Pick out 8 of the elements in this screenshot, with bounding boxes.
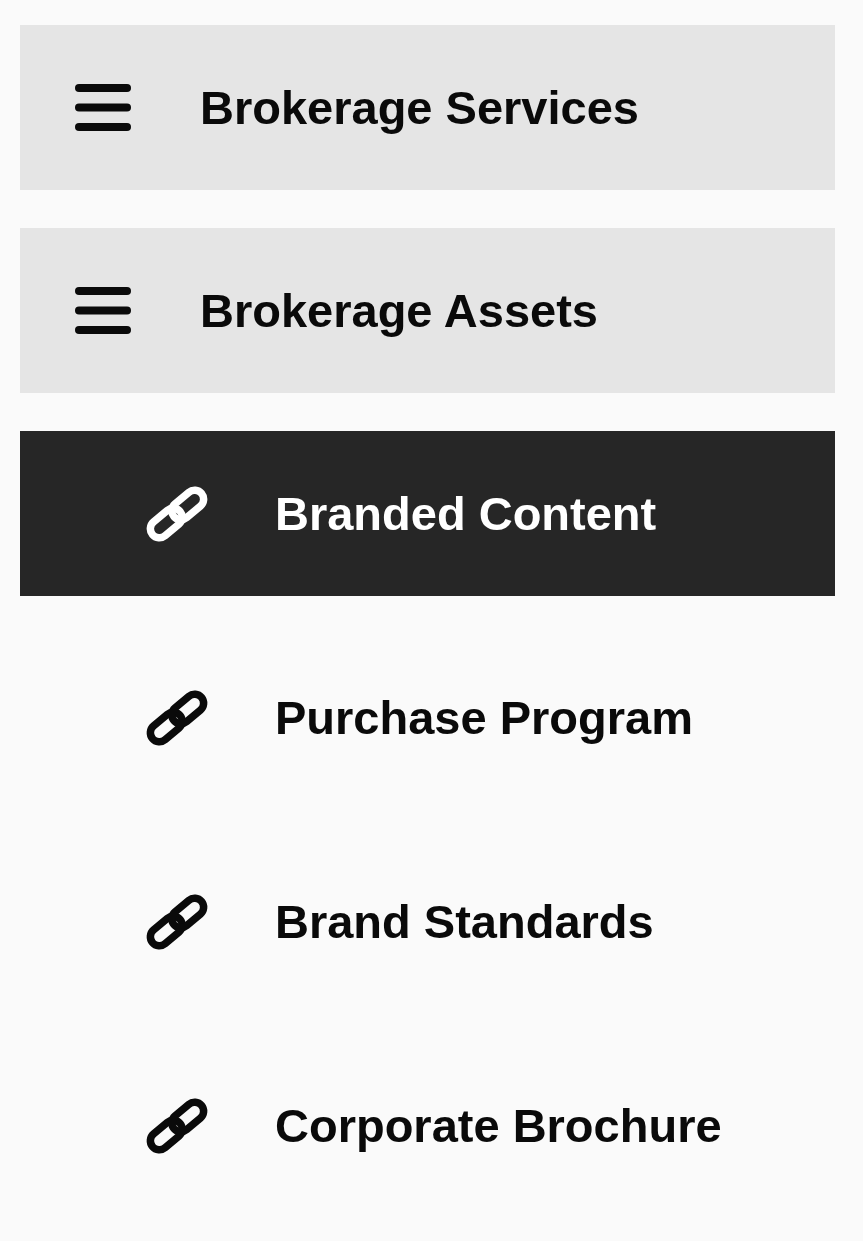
menu-icon [75, 84, 131, 131]
menu-link[interactable]: Branded Content [20, 431, 835, 596]
menu-link[interactable]: Brand Standards [20, 839, 835, 1004]
section-header[interactable]: Brokerage Services [20, 25, 835, 190]
menu-link[interactable]: Purchase Program [20, 635, 835, 800]
menu-icon [75, 287, 131, 334]
menu-link[interactable]: Corporate Brochure [20, 1043, 835, 1208]
section-header[interactable]: Brokerage Assets [20, 228, 835, 393]
